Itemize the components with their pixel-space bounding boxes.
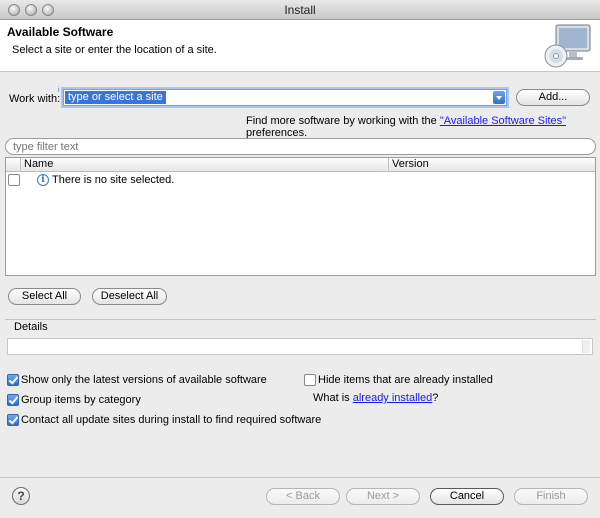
details-scrollbar[interactable] xyxy=(582,340,590,353)
help-icon[interactable]: ? xyxy=(12,487,30,505)
hide-installed-label: Hide items that are already installed xyxy=(318,374,493,386)
chevron-down-icon[interactable] xyxy=(493,91,505,104)
what-is-suffix: ? xyxy=(432,392,439,404)
zoom-window-button[interactable] xyxy=(42,4,54,16)
cancel-button[interactable]: Cancel xyxy=(430,488,504,505)
details-text-area[interactable] xyxy=(7,338,593,355)
contact-update-sites-checkbox[interactable] xyxy=(7,414,19,426)
hide-installed-checkbox[interactable] xyxy=(304,374,316,386)
window-titlebar: Install xyxy=(0,0,600,20)
close-window-button[interactable] xyxy=(8,4,20,16)
table-row[interactable]: i There is no site selected. xyxy=(6,172,595,188)
show-latest-versions-checkbox[interactable] xyxy=(7,374,19,386)
work-with-combo[interactable]: type or select a site xyxy=(63,89,507,106)
select-all-button[interactable]: Select All xyxy=(8,288,81,305)
window-title: Install xyxy=(284,3,316,17)
deselect-all-button[interactable]: Deselect All xyxy=(92,288,167,305)
details-label: Details xyxy=(14,321,48,333)
next-button[interactable]: Next > xyxy=(346,488,420,505)
row-checkbox[interactable] xyxy=(8,174,20,186)
page-subtitle: Select a site or enter the location of a… xyxy=(12,44,217,56)
work-with-combo-value[interactable]: type or select a site xyxy=(65,91,166,104)
info-marker-icon: i xyxy=(58,87,60,94)
finish-button[interactable]: Finish xyxy=(514,488,588,505)
filter-input[interactable] xyxy=(13,140,573,153)
already-installed-link[interactable]: already installed xyxy=(353,392,433,404)
column-header-name[interactable]: Name xyxy=(20,158,388,172)
show-latest-versions-label: Show only the latest versions of availab… xyxy=(21,374,267,386)
software-install-monitor-cd-icon xyxy=(544,24,591,68)
available-software-sites-link[interactable]: "Available Software Sites" xyxy=(440,115,566,127)
what-is-prefix: What is xyxy=(313,392,353,404)
filter-field[interactable] xyxy=(5,138,596,155)
page-title: Available Software xyxy=(7,25,114,39)
group-by-category-label: Group items by category xyxy=(21,394,141,406)
work-with-label: Work with: xyxy=(9,93,61,105)
find-more-text: Find more software by working with the "… xyxy=(246,115,600,139)
group-by-category-checkbox[interactable] xyxy=(7,394,19,406)
find-more-prefix: Find more software by working with the xyxy=(246,115,440,127)
wizard-header: Available Software Select a site or ente… xyxy=(0,20,600,72)
table-header: Name Version xyxy=(6,158,595,172)
info-icon: i xyxy=(37,174,49,186)
back-button[interactable]: < Back xyxy=(266,488,340,505)
software-table: Name Version i There is no site selected… xyxy=(5,157,596,276)
add-site-button[interactable]: Add... xyxy=(516,89,590,106)
row-name: There is no site selected. xyxy=(52,174,175,186)
contact-update-sites-label: Contact all update sites during install … xyxy=(21,414,322,426)
footer-separator xyxy=(0,477,600,478)
column-header-version[interactable]: Version xyxy=(388,158,595,172)
what-is-installed-text: What is already installed? xyxy=(313,392,438,404)
minimize-window-button[interactable] xyxy=(25,4,37,16)
